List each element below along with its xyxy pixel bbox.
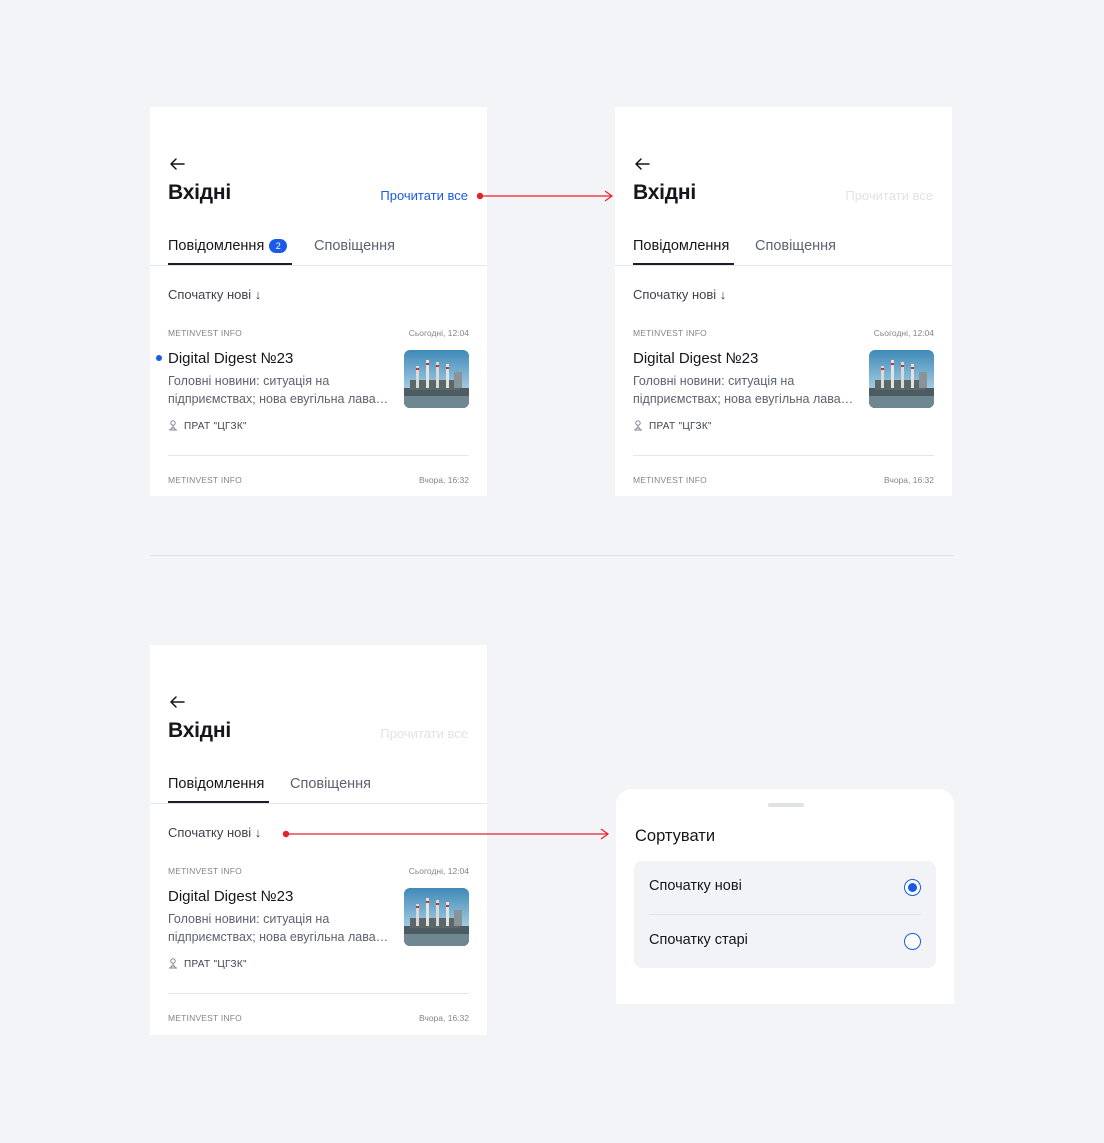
- message-time: Сьогодні, 12:04: [408, 866, 469, 876]
- page-title: Вхідні: [633, 181, 697, 204]
- read-all-button[interactable]: Прочитати все: [380, 188, 468, 203]
- sheet-drag-handle[interactable]: [768, 803, 804, 807]
- tab-notifications[interactable]: Сповіщення: [755, 238, 836, 254]
- flow-arrow-read-all: [476, 190, 614, 202]
- message-title[interactable]: Digital Digest №23: [633, 350, 758, 367]
- company-tag: ПРАТ "ЦГЗК": [633, 420, 712, 432]
- sheet-title: Сортувати: [635, 827, 716, 845]
- message-source: METINVEST INFO: [168, 1013, 242, 1023]
- tab-notifications[interactable]: Сповіщення: [290, 776, 371, 792]
- tab-messages[interactable]: Повідомлення: [168, 776, 264, 792]
- read-all-button[interactable]: Прочитати все: [380, 726, 468, 741]
- message-thumbnail: [869, 350, 934, 408]
- unread-indicator: [156, 355, 162, 361]
- active-tab-indicator: [168, 263, 292, 265]
- message-source: METINVEST INFO: [168, 866, 242, 876]
- tab-bar: Повідомлення 2 Сповіщення: [150, 237, 487, 266]
- tab-notifications[interactable]: Сповіщення: [314, 238, 395, 254]
- message-time: Сьогодні, 12:04: [408, 328, 469, 338]
- tab-bar: Повідомлення Сповіщення: [150, 775, 487, 804]
- message-preview: Головні новини: ситуація на підприємства…: [633, 374, 854, 406]
- inbox-screen-unread: Вхідні Прочитати все Повідомлення 2 Спові…: [150, 107, 487, 496]
- inbox-screen-read: Вхідні Прочитати все Повідомлення Сповіщ…: [615, 107, 952, 496]
- company-icon: [169, 958, 177, 969]
- list-divider: [168, 993, 469, 994]
- message-time: Вчора, 16:32: [419, 475, 469, 485]
- flow-arrow-sort: [282, 828, 610, 840]
- radio-selected-icon[interactable]: [904, 879, 921, 896]
- message-title[interactable]: Digital Digest №23: [168, 350, 293, 367]
- message-title[interactable]: Digital Digest №23: [168, 888, 293, 905]
- sort-options: Спочатку нові Спочатку старі: [634, 861, 936, 968]
- back-arrow-icon[interactable]: [168, 693, 186, 711]
- back-arrow-icon[interactable]: [633, 155, 651, 173]
- sort-option-label: Спочатку старі: [649, 932, 748, 948]
- back-arrow-icon[interactable]: [168, 155, 186, 173]
- sort-option-newest[interactable]: Спочатку нові: [634, 861, 936, 914]
- sort-button[interactable]: Спочатку нові ↓: [633, 287, 726, 302]
- message-time: Вчора, 16:32: [884, 475, 934, 485]
- message-time: Вчора, 16:32: [419, 1013, 469, 1023]
- list-divider: [633, 455, 934, 456]
- tab-messages[interactable]: Повідомлення: [633, 238, 729, 254]
- tab-bar: Повідомлення Сповіщення: [615, 237, 952, 266]
- message-thumbnail: [404, 350, 469, 408]
- page-title: Вхідні: [168, 181, 232, 204]
- sort-option-label: Спочатку нові: [649, 878, 742, 894]
- unread-count-badge: 2: [269, 239, 288, 253]
- message-source: METINVEST INFO: [633, 328, 707, 338]
- message-thumbnail: [404, 888, 469, 946]
- company-icon: [634, 420, 642, 431]
- list-divider: [168, 455, 469, 456]
- message-source: METINVEST INFO: [633, 475, 707, 485]
- sort-option-oldest[interactable]: Спочатку старі: [634, 915, 936, 968]
- message-preview: Головні новини: ситуація на підприємства…: [168, 374, 389, 406]
- message-source: METINVEST INFO: [168, 475, 242, 485]
- active-tab-indicator: [633, 263, 734, 265]
- tab-messages-label: Повідомлення: [168, 238, 265, 254]
- read-all-button[interactable]: Прочитати все: [845, 188, 933, 203]
- message-preview: Головні новини: ситуація на підприємства…: [168, 912, 389, 944]
- sort-button[interactable]: Спочатку нові ↓: [168, 825, 261, 840]
- section-divider: [150, 555, 954, 556]
- sort-bottom-sheet: Сортувати Спочатку нові Спочатку старі: [616, 789, 954, 1004]
- company-tag: ПРАТ "ЦГЗК": [168, 958, 247, 970]
- sort-button[interactable]: Спочатку нові ↓: [168, 287, 261, 302]
- active-tab-indicator: [168, 801, 269, 803]
- page-title: Вхідні: [168, 719, 232, 742]
- message-time: Сьогодні, 12:04: [873, 328, 934, 338]
- tab-messages[interactable]: Повідомлення 2: [168, 238, 288, 254]
- company-icon: [169, 420, 177, 431]
- message-source: METINVEST INFO: [168, 328, 242, 338]
- company-tag: ПРАТ "ЦГЗК": [168, 420, 247, 432]
- radio-empty-icon[interactable]: [904, 933, 921, 950]
